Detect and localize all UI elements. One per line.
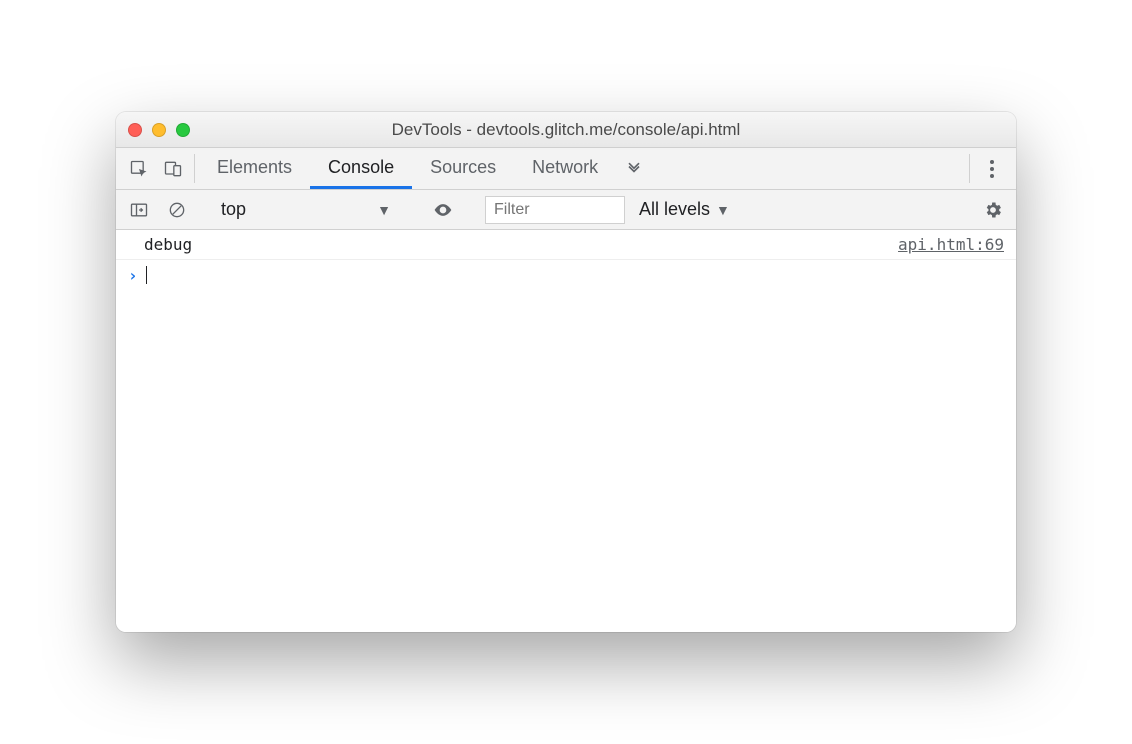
live-expression-icon[interactable] [426,200,460,220]
log-levels-selector[interactable]: All levels ▼ [629,199,740,220]
titlebar: DevTools - devtools.glitch.me/console/ap… [116,112,1016,148]
context-label: top [221,199,246,220]
console-output: debug api.html:69 › [116,230,1016,632]
console-toolbar: top ▼ All levels ▼ [116,190,1016,230]
chevron-down-icon: ▼ [377,202,391,218]
filter-input[interactable] [485,196,625,224]
kebab-icon [990,160,994,178]
divider [969,154,970,183]
inspect-element-icon[interactable] [122,148,156,189]
execution-context-selector[interactable]: top ▼ [211,195,401,225]
devtools-window: DevTools - devtools.glitch.me/console/ap… [116,112,1016,632]
more-tabs-button[interactable] [616,148,652,189]
text-cursor [146,266,147,284]
devtools-menu-button[interactable] [974,148,1010,189]
log-message: debug [144,235,192,254]
toggle-console-sidebar-icon[interactable] [122,200,156,220]
prompt-chevron-icon: › [128,266,138,285]
clear-console-icon[interactable] [160,200,194,220]
log-source-link[interactable]: api.html:69 [898,235,1004,254]
tab-sources[interactable]: Sources [412,148,514,189]
tab-console[interactable]: Console [310,148,412,189]
console-prompt[interactable]: › [116,260,1016,290]
levels-label: All levels [639,199,710,220]
chevron-down-icon: ▼ [716,202,730,218]
window-title: DevTools - devtools.glitch.me/console/ap… [116,120,1016,140]
device-toolbar-icon[interactable] [156,148,190,189]
panel-tabs: Elements Console Sources Network [116,148,1016,190]
tab-elements[interactable]: Elements [199,148,310,189]
console-entry: debug api.html:69 [116,230,1016,260]
console-settings-icon[interactable] [976,200,1010,220]
tab-network[interactable]: Network [514,148,616,189]
divider [194,154,195,183]
